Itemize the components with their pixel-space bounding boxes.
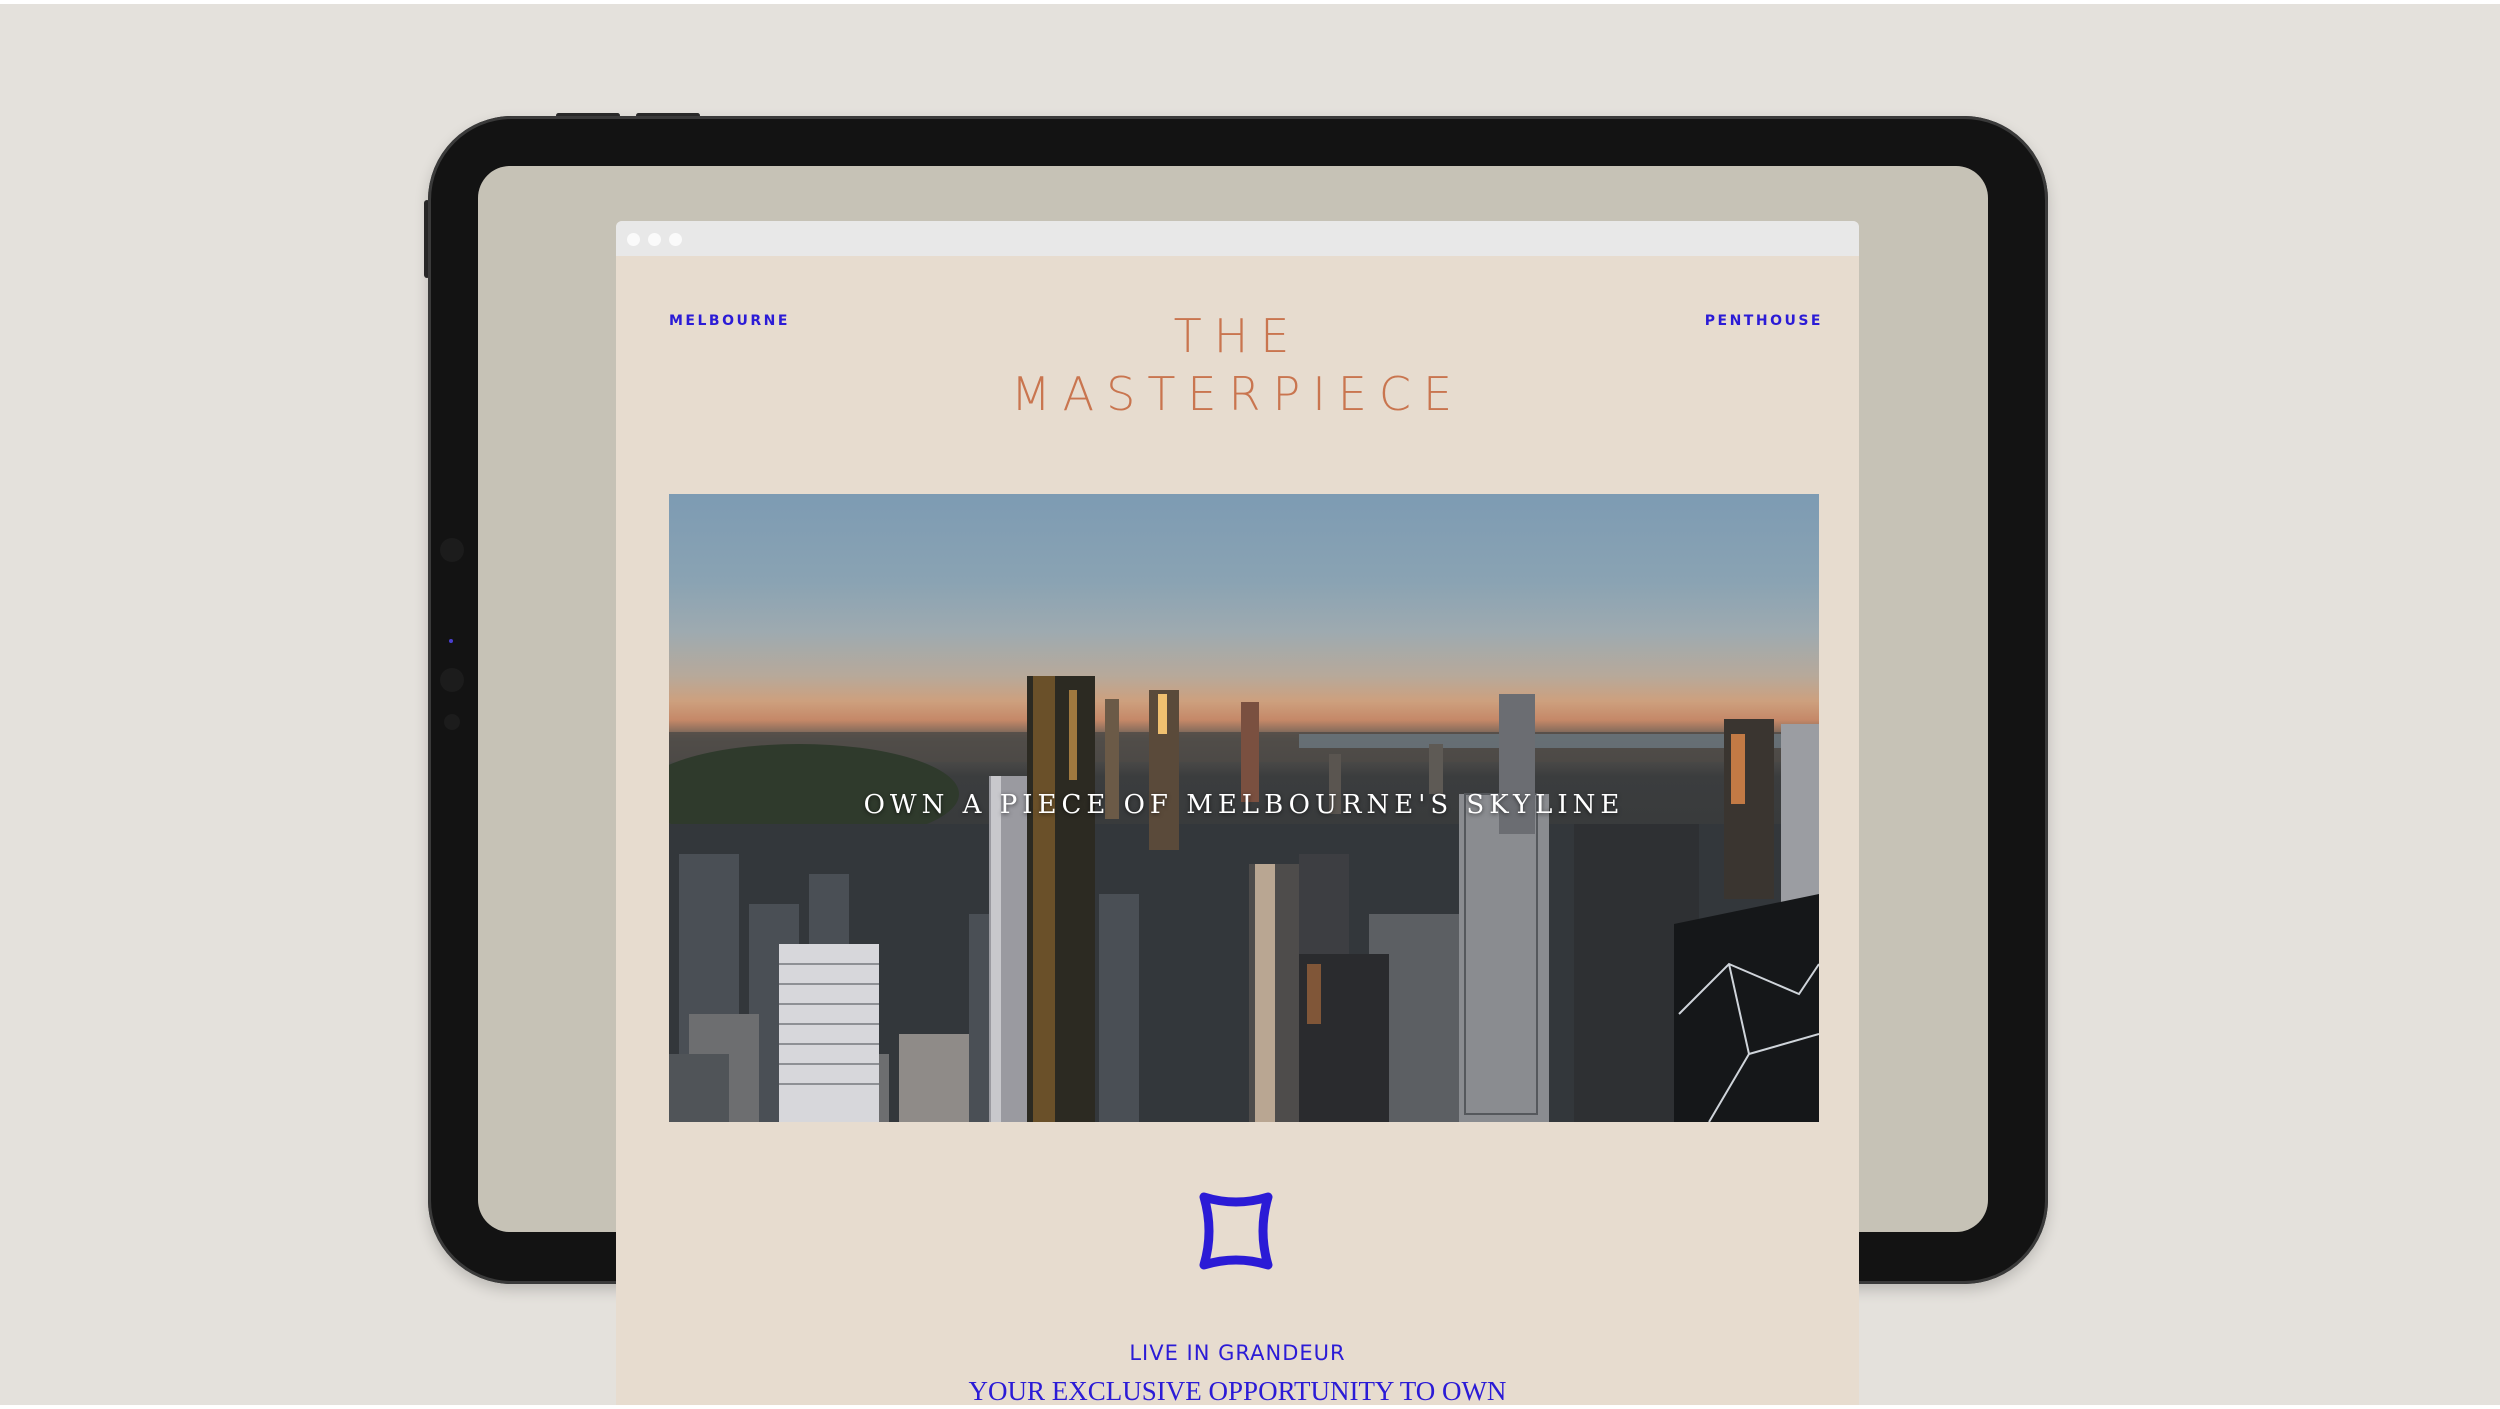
section-kicker: LIVE IN GRANDEUR (1129, 1341, 1346, 1365)
browser-title-bar (616, 221, 1859, 256)
window-close-dot[interactable] (627, 233, 640, 246)
window-maximize-dot[interactable] (669, 233, 682, 246)
brand-logo-line2[interactable]: MASTERPIECE (616, 367, 1859, 421)
backdrop-top-edge (0, 0, 2500, 4)
brand-logo-line1[interactable]: THE (616, 309, 1859, 363)
star-shape-icon (1199, 1192, 1273, 1270)
backdrop-bottom-edge (0, 1405, 2500, 1409)
tablet-camera-dot (444, 714, 460, 730)
browser-window: MELBOURNE PENTHOUSE THE MASTERPIECE OWN … (616, 221, 1859, 1405)
hero-caption: OWN A PIECE OF MELBOURNE'S SKYLINE (863, 790, 1625, 820)
tablet-camera-dot (440, 538, 464, 562)
window-minimize-dot[interactable] (648, 233, 661, 246)
section-heading: YOUR EXCLUSIVE OPPORTUNITY TO OWN (968, 1376, 1507, 1405)
tablet-camera-dot (440, 668, 464, 692)
tablet-sensor-dot (449, 639, 453, 643)
hero-image: OWN A PIECE OF MELBOURNE'S SKYLINE (669, 494, 1819, 1122)
